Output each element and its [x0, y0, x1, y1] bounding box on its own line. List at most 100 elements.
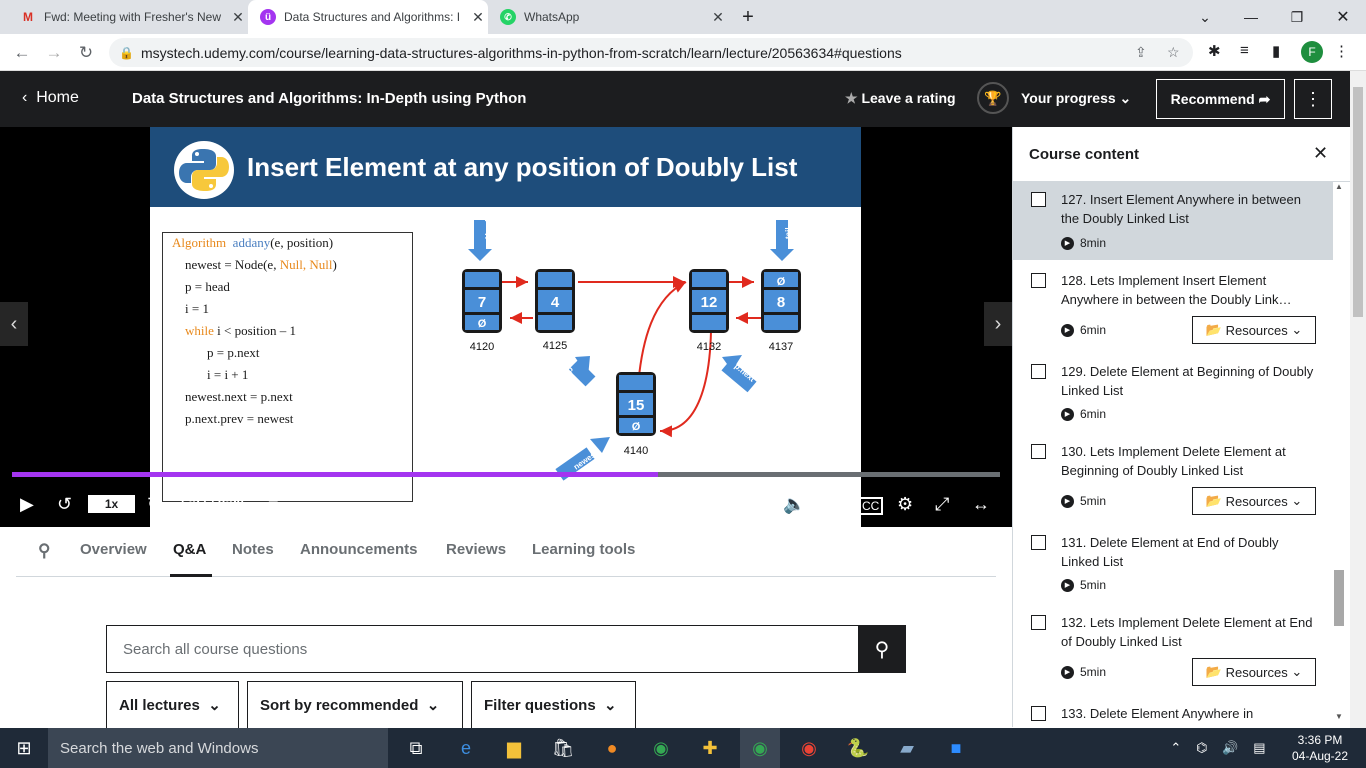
playback-speed-button[interactable]: 1x: [88, 495, 135, 513]
completed-checkbox[interactable]: [1031, 615, 1046, 630]
taskbar-clock[interactable]: 3:36 PM 04-Aug-22: [1290, 732, 1350, 764]
taskbar-search-box[interactable]: Search the web and Windows: [48, 728, 388, 768]
page-scroll-thumb[interactable]: [1353, 87, 1363, 317]
resources-button[interactable]: 📂 Resources ⌄: [1192, 316, 1316, 344]
lecture-duration: ▶ 6min: [1061, 407, 1106, 421]
completed-checkbox[interactable]: [1031, 706, 1046, 721]
edge-icon[interactable]: e: [446, 728, 486, 768]
task-view-icon[interactable]: ⧉: [396, 728, 436, 768]
search-button[interactable]: ⚲: [858, 625, 906, 673]
tail-pointer-arrow: [770, 220, 794, 261]
profile-avatar[interactable]: F: [1301, 41, 1323, 63]
player-controls: ▶ ↺ 1x ↻ 5:27 / 8:20 ≡ 🔈 ▤ CC ⚙ ⤢ ↔: [0, 470, 1012, 527]
side-panel-icon[interactable]: ▮: [1272, 42, 1280, 60]
tab-notes[interactable]: Notes: [232, 541, 274, 558]
app-icon[interactable]: ▰: [887, 728, 927, 768]
firefox-icon[interactable]: ●: [592, 728, 632, 768]
completed-checkbox[interactable]: [1031, 444, 1046, 459]
resources-button[interactable]: 📂 Resources ⌄: [1192, 487, 1316, 515]
video-player[interactable]: Insert Element at any position of Doubly…: [0, 127, 1012, 527]
zoom-icon[interactable]: ■: [936, 728, 976, 768]
share-icon[interactable]: ⇪: [1135, 44, 1147, 61]
lecture-item[interactable]: 127. Insert Element Anywhere in between …: [1013, 182, 1333, 260]
settings-gear-icon[interactable]: ⚙: [897, 494, 913, 515]
all-lectures-dropdown[interactable]: All lectures ⌄: [106, 681, 239, 729]
node-address: 4120: [470, 341, 494, 353]
tab-reviews[interactable]: Reviews: [446, 541, 506, 558]
lecture-item[interactable]: 128. Lets Implement Insert Element Anywh…: [1013, 265, 1333, 351]
play-icon[interactable]: ▶: [20, 494, 34, 515]
duration-text: 8min: [1080, 236, 1107, 250]
calculator-plus-icon[interactable]: ✚: [690, 728, 730, 768]
sidebar-scroll-thumb[interactable]: [1334, 570, 1344, 626]
completed-checkbox[interactable]: [1031, 192, 1046, 207]
scroll-up-icon[interactable]: ▲: [1335, 182, 1343, 191]
tab-whatsapp[interactable]: ✆ WhatsApp ✕: [488, 0, 728, 34]
transcript-icon[interactable]: ▤: [822, 494, 839, 515]
tab-udemy[interactable]: ü Data Structures and Algorithms: I ✕: [248, 0, 488, 34]
scroll-down-icon[interactable]: ▼: [1335, 712, 1343, 721]
recommend-button[interactable]: Recommend ➦: [1156, 79, 1285, 119]
page-scrollbar[interactable]: [1350, 71, 1366, 728]
forward-icon[interactable]: →: [38, 34, 70, 71]
forward-icon[interactable]: ↻: [147, 494, 162, 515]
reload-icon[interactable]: ↻: [70, 34, 102, 71]
progress-label: Your progress: [1021, 90, 1116, 106]
completed-checkbox[interactable]: [1031, 535, 1046, 550]
chrome-profile-icon[interactable]: ◉: [740, 728, 780, 768]
python-icon[interactable]: 🐍: [838, 728, 878, 768]
system-tray[interactable]: ⌃ ⌬ 🔊 ▤: [1163, 728, 1273, 768]
seek-bar-progress: [12, 472, 658, 477]
sidebar-scrollbar[interactable]: ▲ ▼: [1331, 182, 1346, 727]
expand-icon[interactable]: ↔: [972, 494, 990, 515]
completed-checkbox[interactable]: [1031, 364, 1046, 379]
lecture-item[interactable]: 130. Lets Implement Delete Element at Be…: [1013, 436, 1333, 522]
lecture-item[interactable]: 131. Delete Element at End of Doubly Lin…: [1013, 527, 1333, 602]
progress-dropdown[interactable]: Your progress ⌄: [1021, 90, 1131, 107]
close-icon[interactable]: ✕: [468, 9, 488, 26]
tab-learning-tools[interactable]: Learning tools: [532, 541, 635, 558]
previous-lecture-button[interactable]: ‹: [0, 302, 28, 346]
volume-icon[interactable]: 🔈: [783, 494, 805, 515]
lecture-item[interactable]: 129. Delete Element at Beginning of Doub…: [1013, 356, 1333, 431]
windows-start-icon[interactable]: ⊞: [4, 728, 44, 768]
tab-qa[interactable]: Q&A: [173, 541, 206, 558]
chrome-icon-2[interactable]: ◉: [789, 728, 829, 768]
restore-icon[interactable]: ❐: [1274, 0, 1320, 34]
add-note-icon[interactable]: ≡: [268, 494, 279, 515]
home-link[interactable]: ‹ Home: [22, 89, 79, 107]
close-icon[interactable]: ✕: [1313, 143, 1328, 164]
resources-button[interactable]: 📂 Resources ⌄: [1192, 658, 1316, 686]
window-close-icon[interactable]: ✕: [1320, 0, 1366, 34]
bookmark-star-icon[interactable]: ☆: [1167, 44, 1180, 61]
lecture-duration: ▶ 5min: [1061, 578, 1106, 592]
tab-announcements[interactable]: Announcements: [300, 541, 418, 558]
completed-checkbox[interactable]: [1031, 273, 1046, 288]
captions-icon[interactable]: CC: [858, 497, 884, 515]
file-explorer-icon[interactable]: ▆: [494, 728, 534, 768]
omnibox[interactable]: 🔒 msystech.udemy.com/course/learning-dat…: [109, 38, 1193, 67]
lecture-item[interactable]: 133. Delete Element Anywhere in: [1013, 698, 1333, 727]
reading-list-icon[interactable]: ≡: [1240, 42, 1249, 59]
tab-search-icon[interactable]: ⌄: [1182, 0, 1228, 34]
tab-gmail[interactable]: M Fwd: Meeting with Fresher's New ✕: [8, 0, 248, 34]
rewind-icon[interactable]: ↺: [57, 494, 72, 515]
chrome-icon[interactable]: ◉: [641, 728, 681, 768]
store-icon[interactable]: 🛍: [543, 728, 583, 768]
leave-rating-button[interactable]: ★ Leave a rating: [845, 90, 956, 107]
new-tab-button[interactable]: +: [725, 0, 771, 34]
sort-dropdown[interactable]: Sort by recommended ⌄: [247, 681, 463, 729]
extensions-icon[interactable]: ✱: [1208, 42, 1221, 60]
close-icon[interactable]: ✕: [228, 9, 248, 26]
tab-overview[interactable]: Overview: [80, 541, 147, 558]
next-lecture-button[interactable]: ›: [984, 302, 1012, 346]
more-options-button[interactable]: ⋮: [1294, 79, 1332, 119]
search-icon[interactable]: ⚲: [38, 541, 50, 561]
chrome-menu-icon[interactable]: ⋮: [1334, 42, 1349, 60]
lecture-item[interactable]: 132. Lets Implement Delete Element at En…: [1013, 607, 1333, 693]
question-search-input[interactable]: Search all course questions: [106, 625, 859, 673]
filter-questions-dropdown[interactable]: Filter questions ⌄: [471, 681, 636, 729]
fullscreen-icon[interactable]: ⤢: [935, 494, 949, 515]
back-icon[interactable]: ←: [6, 34, 38, 71]
minimize-icon[interactable]: —: [1228, 0, 1274, 34]
